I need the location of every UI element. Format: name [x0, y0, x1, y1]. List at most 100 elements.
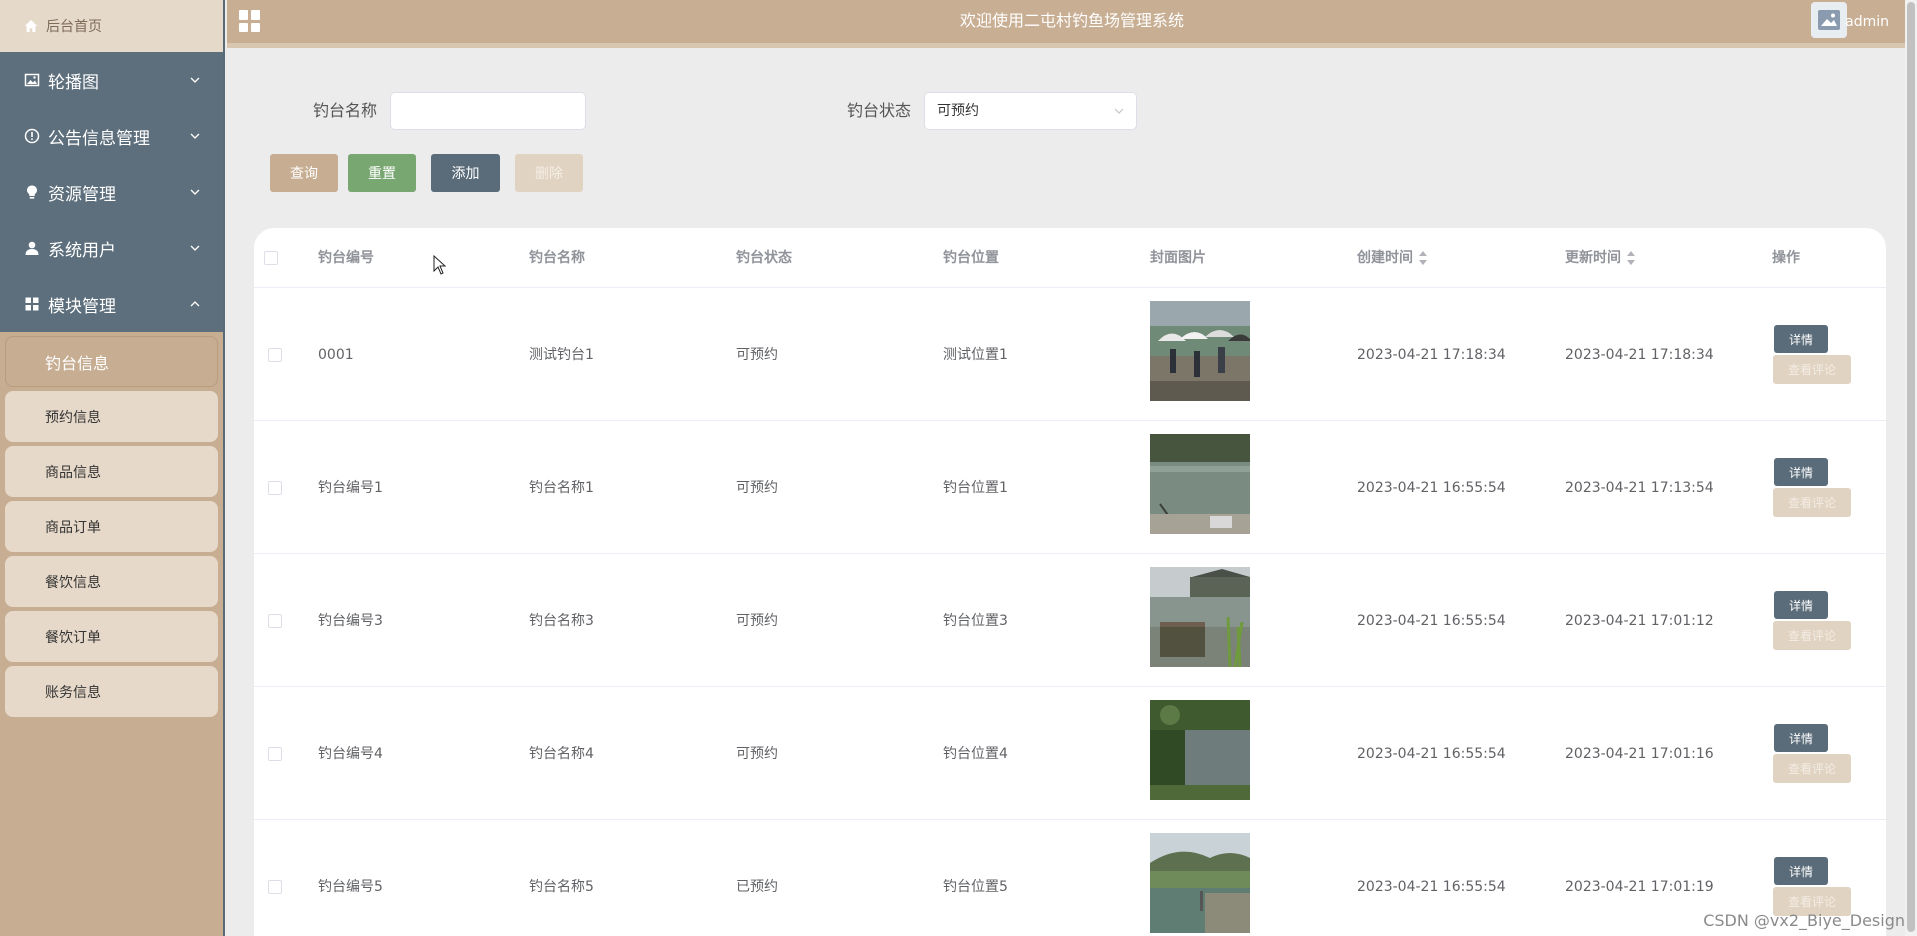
- cell-status: 可预约: [736, 613, 778, 629]
- table-row: 钓台编号1 钓台名称1 可预约 钓台位置1 2023-04-21 16:55:5…: [254, 422, 1886, 554]
- view-reviews-button[interactable]: 查看评论: [1773, 754, 1851, 783]
- column-header: 操作: [1772, 250, 1800, 266]
- sort-icon[interactable]: [1627, 251, 1635, 265]
- sidebar-item-label: 资源管理: [48, 184, 116, 205]
- sort-icon[interactable]: [1419, 251, 1427, 265]
- cell-location: 钓台位置1: [943, 480, 1008, 496]
- detail-button[interactable]: 详情: [1774, 857, 1828, 885]
- chevron-down-icon: [190, 189, 200, 195]
- vertical-scrollbar[interactable]: [1905, 0, 1917, 936]
- submenu-item-label: 商品信息: [45, 464, 101, 481]
- status-filter-select[interactable]: 可预约: [924, 92, 1137, 130]
- cover-image[interactable]: [1150, 301, 1250, 401]
- cell-code: 钓台编号4: [318, 746, 383, 762]
- watermark: CSDN @vx2_Biye_Design: [1703, 911, 1905, 930]
- submenu-item-label: 账务信息: [45, 684, 101, 701]
- name-filter-label: 钓台名称: [313, 101, 378, 120]
- cell-created: 2023-04-21 16:55:54: [1357, 480, 1506, 496]
- cell-status: 可预约: [736, 746, 778, 762]
- table-row: 钓台编号3 钓台名称3 可预约 钓台位置3 2023-04-21 16:55:5…: [254, 555, 1886, 687]
- detail-button[interactable]: 详情: [1774, 724, 1828, 752]
- cell-location: 测试位置1: [943, 347, 1008, 363]
- cell-updated: 2023-04-21 17:01:16: [1565, 746, 1714, 762]
- submenu-item-accounts[interactable]: 账务信息: [5, 666, 218, 717]
- detail-button[interactable]: 详情: [1774, 591, 1828, 619]
- username[interactable]: admin: [1845, 0, 1889, 44]
- data-table: 钓台编号 钓台名称 钓台状态 钓台位置 封面图片 创建时间 更新时间 操作 00…: [254, 228, 1886, 936]
- row-checkbox[interactable]: [268, 614, 282, 628]
- sidebar-item-carousel[interactable]: 轮播图: [0, 52, 223, 108]
- sidebar-item-modules[interactable]: 模块管理: [0, 276, 223, 332]
- row-checkbox[interactable]: [268, 348, 282, 362]
- cell-created: 2023-04-21 16:55:54: [1357, 613, 1506, 629]
- cover-image[interactable]: [1150, 833, 1250, 933]
- view-reviews-button[interactable]: 查看评论: [1773, 488, 1851, 517]
- status-filter-value: 可预约: [937, 103, 979, 119]
- submenu-item-catering[interactable]: 餐饮信息: [5, 556, 218, 607]
- info-circle-icon: [24, 128, 40, 144]
- column-header-label: 更新时间: [1565, 250, 1621, 266]
- select-all-checkbox[interactable]: [264, 251, 278, 265]
- cell-location: 钓台位置4: [943, 746, 1008, 762]
- submenu-item-label: 餐饮订单: [45, 629, 101, 646]
- avatar[interactable]: [1811, 2, 1847, 38]
- submenu-item-product-order[interactable]: 商品订单: [5, 501, 218, 552]
- view-reviews-button[interactable]: 查看评论: [1773, 355, 1851, 384]
- sidebar-item-label: 公告信息管理: [48, 128, 150, 149]
- column-header: 钓台编号: [318, 250, 374, 266]
- submenu-item-catering-order[interactable]: 餐饮订单: [5, 611, 218, 662]
- column-header-label: 创建时间: [1357, 250, 1413, 266]
- name-filter-input[interactable]: [390, 92, 586, 130]
- submenu-item-reservation[interactable]: 预约信息: [5, 391, 218, 442]
- cell-code: 钓台编号1: [318, 480, 383, 496]
- column-header: 钓台状态: [736, 250, 792, 266]
- home-icon: [24, 19, 38, 33]
- top-bar: 欢迎使用二屯村钓鱼场管理系统 admin: [227, 0, 1917, 48]
- view-reviews-button[interactable]: 查看评论: [1773, 621, 1851, 650]
- submenu-item-label: 商品订单: [45, 519, 101, 536]
- submenu-item-product[interactable]: 商品信息: [5, 446, 218, 497]
- cell-code: 0001: [318, 347, 354, 363]
- cell-status: 可预约: [736, 480, 778, 496]
- chevron-down-icon: [190, 133, 200, 139]
- scrollbar-thumb[interactable]: [1907, 2, 1915, 932]
- submenu-item-label: 餐饮信息: [45, 574, 101, 591]
- sidebar-item-users[interactable]: 系统用户: [0, 220, 223, 276]
- sidebar-item-label: 轮播图: [48, 72, 99, 93]
- detail-button[interactable]: 详情: [1774, 325, 1828, 353]
- reset-button[interactable]: 重置: [348, 154, 416, 192]
- add-button[interactable]: 添加: [431, 154, 500, 192]
- table-header: 钓台编号 钓台名称 钓台状态 钓台位置 封面图片 创建时间 更新时间 操作: [254, 228, 1886, 288]
- column-header-created[interactable]: 创建时间: [1357, 228, 1427, 288]
- cell-status: 可预约: [736, 347, 778, 363]
- row-checkbox[interactable]: [268, 880, 282, 894]
- cover-image[interactable]: [1150, 567, 1250, 667]
- row-checkbox[interactable]: [268, 481, 282, 495]
- query-button[interactable]: 查询: [270, 154, 338, 192]
- cell-code: 钓台编号3: [318, 613, 383, 629]
- sidebar-item-resources[interactable]: 资源管理: [0, 164, 223, 220]
- sidebar: 后台首页 轮播图 公告信息管理 资源管理 系统用户 模块管理 钓台信息 预约信息…: [0, 0, 225, 936]
- cover-image[interactable]: [1150, 700, 1250, 800]
- sidebar-item-notice[interactable]: 公告信息管理: [0, 108, 223, 164]
- detail-button[interactable]: 详情: [1774, 458, 1828, 486]
- column-header-updated[interactable]: 更新时间: [1565, 228, 1635, 288]
- cell-name: 钓台名称5: [529, 879, 594, 895]
- cell-location: 钓台位置3: [943, 613, 1008, 629]
- delete-button[interactable]: 删除: [515, 154, 583, 192]
- lightbulb-icon: [27, 185, 37, 199]
- cover-image[interactable]: [1150, 434, 1250, 534]
- sidebar-item-label: 系统用户: [48, 240, 116, 261]
- cell-code: 钓台编号5: [318, 879, 383, 895]
- cell-name: 钓台名称3: [529, 613, 594, 629]
- row-checkbox[interactable]: [268, 747, 282, 761]
- module-submenu: 钓台信息 预约信息 商品信息 商品订单 餐饮信息 餐饮订单 账务信息: [0, 332, 223, 717]
- submenu-item-fishing-platform[interactable]: 钓台信息: [5, 336, 218, 387]
- table-row: 钓台编号4 钓台名称4 可预约 钓台位置4 2023-04-21 16:55:5…: [254, 688, 1886, 820]
- sidebar-home[interactable]: 后台首页: [0, 0, 223, 52]
- picture-icon: [24, 73, 40, 87]
- cell-name: 测试钓台1: [529, 347, 594, 363]
- submenu-item-label: 预约信息: [45, 409, 101, 426]
- grid-icon: [25, 297, 39, 311]
- page-title: 欢迎使用二屯村钓鱼场管理系统: [959, 11, 1184, 30]
